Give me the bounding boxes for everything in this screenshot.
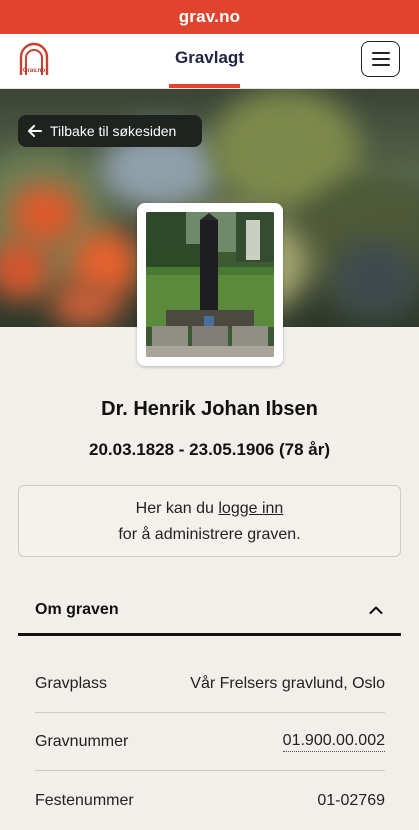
grave-number-value[interactable]: 01.900.00.002	[282, 732, 385, 752]
active-tab-indicator	[169, 84, 240, 88]
detail-label: Gravnummer	[35, 732, 129, 750]
login-info-box: Her kan du logge inn for å administrere …	[18, 485, 401, 557]
login-text-before: Her kan du	[135, 500, 219, 517]
grave-photo-image	[146, 212, 274, 357]
hamburger-icon-bar	[371, 64, 390, 66]
detail-value: Vår Frelsers gravlund, Oslo	[190, 674, 385, 692]
grave-photo[interactable]	[146, 212, 274, 357]
arrow-left-icon	[28, 125, 42, 137]
grave-photo-card[interactable]	[137, 203, 283, 366]
detail-row-festenummer: Festenummer 01-02769	[35, 772, 385, 830]
section-title: Om graven	[35, 600, 119, 618]
page-title[interactable]: Gravlagt	[0, 48, 419, 68]
detail-value: 01-02769	[317, 792, 385, 809]
back-to-search-button[interactable]: Tilbake til søkesiden	[18, 115, 202, 147]
life-dates: 20.03.1828 - 23.05.1906 (78 år)	[88, 440, 331, 459]
site-banner[interactable]: grav.no	[0, 0, 419, 34]
login-link[interactable]: logge inn	[218, 500, 283, 517]
logo-text: Grav.no	[22, 68, 46, 74]
deceased-name: Dr. Henrik Johan Ibsen	[101, 398, 318, 420]
site-name[interactable]: grav.no	[179, 7, 241, 27]
menu-button[interactable]	[361, 41, 400, 77]
hamburger-icon-bar	[371, 58, 390, 60]
about-grave-toggle[interactable]: Om graven	[18, 586, 401, 636]
chevron-up-icon	[369, 606, 383, 614]
hero-blur	[50, 279, 120, 327]
detail-label: Festenummer	[35, 792, 134, 809]
back-label: Tilbake til søkesiden	[50, 123, 177, 139]
app-header: Grav.no Gravlagt	[0, 34, 419, 89]
login-text-after: for å administrere graven.	[118, 526, 301, 543]
hero-blur	[10, 184, 80, 244]
detail-label: Gravplass	[35, 674, 108, 692]
hero-blur	[330, 239, 419, 319]
detail-row-gravnummer: Gravnummer 01.900.00.002	[35, 713, 385, 771]
hamburger-icon	[371, 52, 390, 54]
detail-row-gravplass: Gravplass Vår Frelsers gravlund, Oslo	[35, 655, 385, 713]
